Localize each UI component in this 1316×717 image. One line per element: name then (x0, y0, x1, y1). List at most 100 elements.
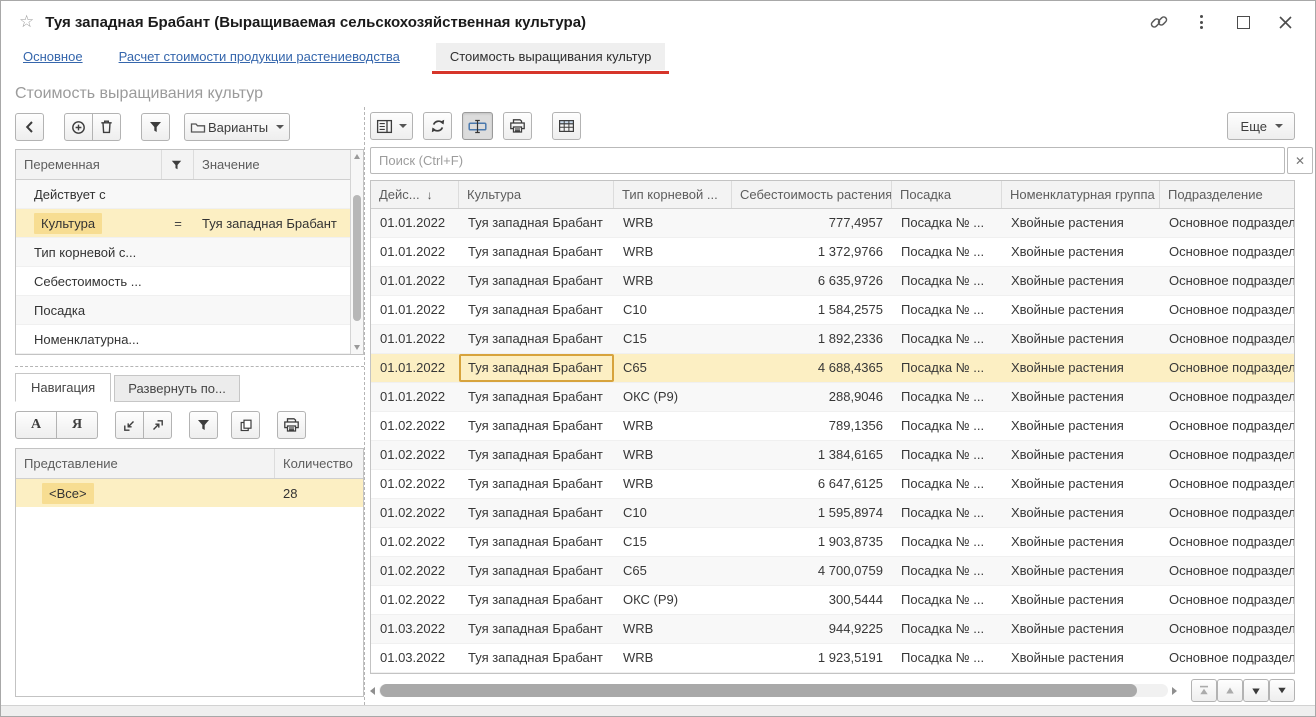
expand-button[interactable] (143, 411, 172, 439)
column-header[interactable]: Подразделение (1160, 181, 1294, 208)
cell[interactable]: 6 635,9726 (732, 267, 892, 295)
cell[interactable]: 4 700,0759 (732, 557, 892, 585)
cell[interactable]: WRB (614, 441, 732, 469)
sort-asc-button[interactable]: А (15, 411, 57, 439)
cell[interactable]: WRB (614, 209, 732, 237)
cell[interactable]: 01.01.2022 (371, 325, 459, 353)
cell[interactable]: Хвойные растения (1002, 325, 1160, 353)
cell[interactable]: 288,9046 (732, 383, 892, 411)
variants-button[interactable]: Варианты (184, 113, 290, 141)
page-down-button[interactable] (1243, 679, 1269, 702)
search-clear-button[interactable]: ✕ (1287, 147, 1313, 174)
print-button[interactable] (277, 411, 306, 439)
cell[interactable]: Посадка № ... (892, 325, 1002, 353)
cell[interactable]: Хвойные растения (1002, 470, 1160, 498)
cell[interactable]: Туя западная Брабант (459, 644, 614, 672)
filter-row[interactable]: Тип корневой с... (16, 238, 350, 267)
table-row[interactable]: 01.01.2022Туя западная БрабантC151 892,2… (371, 325, 1294, 354)
cell[interactable]: Туя западная Брабант (459, 412, 614, 440)
column-header[interactable]: Тип корневой ... (614, 181, 732, 208)
more-button[interactable]: Еще (1227, 112, 1295, 140)
cell[interactable]: Хвойные растения (1002, 412, 1160, 440)
filter-row[interactable]: Посадка (16, 296, 350, 325)
cell[interactable]: Туя западная Брабант (459, 557, 614, 585)
cell[interactable]: Туя западная Брабант (459, 238, 614, 266)
filter-value-cell[interactable] (194, 325, 350, 353)
cell[interactable]: Посадка № ... (892, 209, 1002, 237)
cell[interactable]: Посадка № ... (892, 296, 1002, 324)
cell[interactable]: Хвойные растения (1002, 499, 1160, 527)
page-up-button[interactable] (1217, 679, 1243, 702)
cell[interactable]: Основное подраздел. (1160, 615, 1294, 643)
cell[interactable]: WRB (614, 644, 732, 672)
cell[interactable]: Посадка № ... (892, 383, 1002, 411)
cell[interactable]: Хвойные растения (1002, 296, 1160, 324)
cell[interactable]: Посадка № ... (892, 441, 1002, 469)
cell[interactable]: 01.02.2022 (371, 441, 459, 469)
cell[interactable]: Посадка № ... (892, 412, 1002, 440)
sort-desc-button[interactable]: Я (56, 411, 98, 439)
filter-variable-cell[interactable]: Себестоимость ... (16, 267, 162, 295)
filter-vertical-scrollbar[interactable] (350, 150, 363, 354)
cell[interactable]: Хвойные растения (1002, 528, 1160, 556)
filter-operator-cell[interactable] (162, 325, 194, 353)
more-menu-icon[interactable] (1191, 12, 1211, 32)
cell[interactable]: 01.01.2022 (371, 354, 459, 382)
cell[interactable]: 4 688,4365 (732, 354, 892, 382)
cell[interactable]: Основное подраздел. (1160, 296, 1294, 324)
cell[interactable]: Посадка № ... (892, 267, 1002, 295)
cell[interactable]: Основное подраздел. (1160, 383, 1294, 411)
table-row[interactable]: 01.02.2022Туя западная БрабантWRB6 647,6… (371, 470, 1294, 499)
cell[interactable]: 1 892,2336 (732, 325, 892, 353)
filter-operator-cell[interactable] (162, 296, 194, 324)
cell[interactable]: Основное подраздел. (1160, 354, 1294, 382)
tab-active-growing-cost[interactable]: Стоимость выращивания культур (436, 43, 666, 70)
cell[interactable]: WRB (614, 238, 732, 266)
table-row[interactable]: 01.03.2022Туя западная БрабантWRB944,922… (371, 615, 1294, 644)
refresh-button[interactable] (423, 112, 452, 140)
close-button[interactable] (1275, 12, 1295, 32)
table-row[interactable]: 01.01.2022Туя западная БрабантWRB1 372,9… (371, 238, 1294, 267)
filter-value-cell[interactable] (194, 238, 350, 266)
cell[interactable]: 789,1356 (732, 412, 892, 440)
table-row[interactable]: 01.02.2022Туя западная БрабантC151 903,8… (371, 528, 1294, 557)
cell[interactable]: C65 (614, 557, 732, 585)
cell[interactable]: Основное подраздел. (1160, 470, 1294, 498)
cell[interactable]: Посадка № ... (892, 499, 1002, 527)
go-first-button[interactable] (1191, 679, 1217, 702)
cell[interactable]: Хвойные растения (1002, 209, 1160, 237)
cell[interactable]: Хвойные растения (1002, 354, 1160, 382)
cell[interactable]: 300,5444 (732, 586, 892, 614)
vertical-splitter[interactable] (364, 107, 365, 705)
cell[interactable]: Туя западная Брабант (459, 383, 614, 411)
cell[interactable]: Основное подраздел. (1160, 499, 1294, 527)
cell[interactable]: Хвойные растения (1002, 383, 1160, 411)
filter-column-icon[interactable] (162, 150, 194, 179)
tab-navigation[interactable]: Навигация (15, 373, 111, 402)
filter-value-cell[interactable]: Туя западная Брабант (194, 209, 350, 237)
column-header[interactable]: Себестоимость растения (732, 181, 892, 208)
table-row[interactable]: 01.02.2022Туя западная БрабантWRB1 384,6… (371, 441, 1294, 470)
column-header[interactable]: Дейс...↓ (371, 181, 459, 208)
cell[interactable]: 944,9225 (732, 615, 892, 643)
cell[interactable]: Хвойные растения (1002, 441, 1160, 469)
collapse-button[interactable] (115, 411, 144, 439)
go-last-button[interactable] (1269, 679, 1295, 702)
column-header-value[interactable]: Значение (194, 150, 350, 179)
cell[interactable]: 6 647,6125 (732, 470, 892, 498)
table-row[interactable]: 01.02.2022Туя западная БрабантWRB789,135… (371, 412, 1294, 441)
tab-link-main[interactable]: Основное (23, 49, 83, 64)
filter-variable-cell[interactable]: Действует с (16, 180, 162, 208)
cell[interactable]: Основное подраздел. (1160, 557, 1294, 585)
filter-operator-cell[interactable] (162, 238, 194, 266)
cell[interactable]: 1 584,2575 (732, 296, 892, 324)
filter-value-cell[interactable] (194, 267, 350, 295)
tab-link-calc[interactable]: Расчет стоимости продукции растениеводст… (119, 49, 400, 64)
filter-operator-cell[interactable] (162, 267, 194, 295)
cell[interactable]: 01.02.2022 (371, 557, 459, 585)
cell[interactable]: C15 (614, 528, 732, 556)
table-row[interactable]: 01.01.2022Туя западная БрабантОКС (Р9)28… (371, 383, 1294, 412)
favorite-star-icon[interactable]: ☆ (19, 12, 34, 32)
cell[interactable]: 01.02.2022 (371, 412, 459, 440)
cell[interactable]: Посадка № ... (892, 557, 1002, 585)
